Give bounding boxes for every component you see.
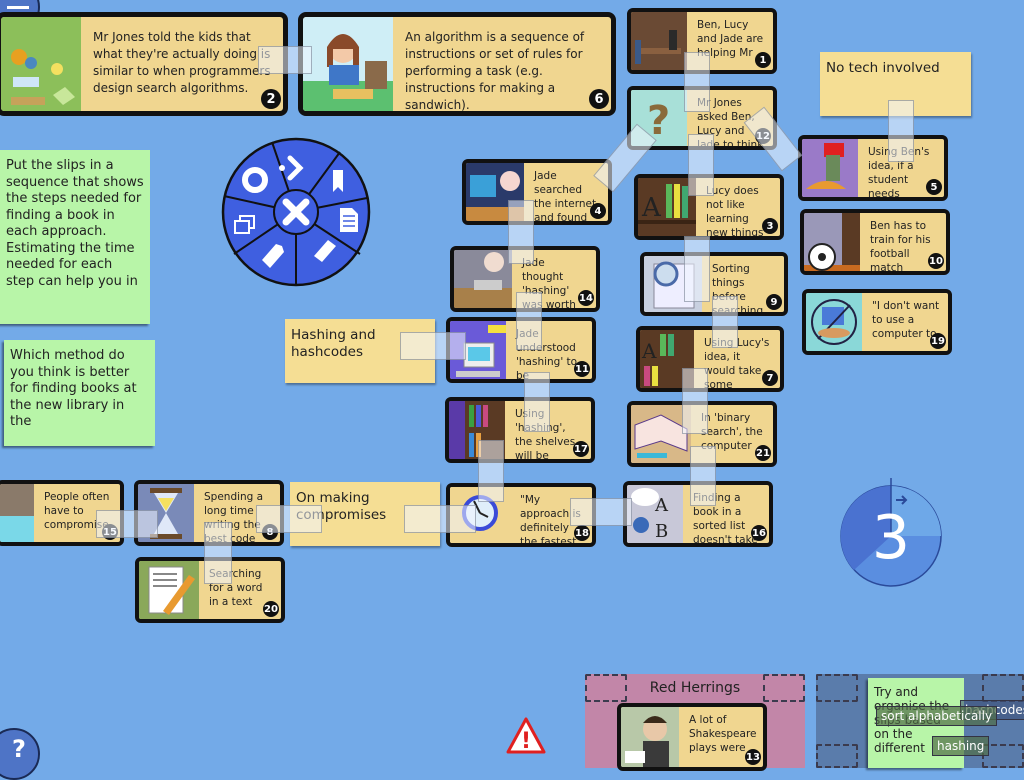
document-icon[interactable] <box>340 208 358 232</box>
slip-number: 10 <box>928 253 944 269</box>
slip-number: 1 <box>755 52 771 68</box>
tape-connector <box>256 505 322 533</box>
slip-image <box>454 250 512 308</box>
svg-text:B: B <box>655 521 668 542</box>
tape-connector <box>524 372 550 432</box>
slip-card-19[interactable]: "I don't want to use a computer to 19 <box>802 289 952 355</box>
slip-image <box>806 293 862 351</box>
note-which-method[interactable]: Which method do you think is better for … <box>4 340 155 446</box>
tape-connector <box>258 46 312 74</box>
tape-connector <box>682 368 708 434</box>
svg-text:A: A <box>654 495 669 516</box>
label-sort-alphabetically[interactable]: sort alphabetically <box>876 706 998 726</box>
slip-card-13[interactable]: A lot of Shakespeare plays were 13 <box>617 703 767 771</box>
note-sequence-instructions[interactable]: Put the slips in a sequence that shows t… <box>0 150 150 324</box>
slip-number: 2 <box>261 89 281 109</box>
slip-number: 16 <box>751 525 767 541</box>
slip-number: 21 <box>755 445 771 461</box>
tape-connector <box>570 498 632 526</box>
slip-number: 13 <box>745 749 761 765</box>
tape-connector <box>508 200 534 264</box>
red-herrings-title: Red Herrings <box>649 680 741 696</box>
tape-connector <box>516 292 542 350</box>
tape-connector <box>684 236 710 302</box>
slip-number: 11 <box>574 361 590 377</box>
slip-image: AB <box>627 485 683 543</box>
svg-text:!: ! <box>521 729 531 754</box>
slip-number: 17 <box>573 441 589 457</box>
label-hashing[interactable]: hashing <box>932 736 990 756</box>
help-button[interactable]: ? <box>0 728 40 780</box>
slip-card-10[interactable]: Ben has to train for his football match … <box>800 209 950 275</box>
slip-image <box>802 139 858 197</box>
slip-card-5[interactable]: Using Ben's idea, if a student needs 5 <box>798 135 948 201</box>
slip-text: An algorithm is a sequence of instructio… <box>405 30 585 112</box>
slip-number: 9 <box>766 294 782 310</box>
zone-corner <box>816 744 858 768</box>
tape-connector <box>690 446 716 506</box>
slip-image <box>804 213 860 271</box>
help-icon: ? <box>12 735 26 763</box>
slip-image <box>0 484 34 542</box>
slip-number: 6 <box>589 89 609 109</box>
slip-number: 14 <box>578 290 594 306</box>
tape-connector <box>684 52 710 112</box>
slip-card-2[interactable]: Mr Jones told the kids that what they're… <box>0 12 288 116</box>
countdown-timer: 3 <box>840 478 942 587</box>
slip-number: 3 <box>762 218 778 234</box>
slip-card-4[interactable]: Jade searched the internet and found out… <box>462 159 612 225</box>
zone-corner <box>816 674 858 702</box>
tape-connector <box>400 332 466 360</box>
tape-connector <box>204 522 232 584</box>
slip-number: 20 <box>263 601 279 617</box>
tape-connector <box>688 134 714 196</box>
slip-card-6[interactable]: An algorithm is a sequence of instructio… <box>298 12 616 116</box>
slip-image <box>139 561 199 619</box>
slip-number: 5 <box>926 179 942 195</box>
slip-number: 18 <box>574 525 590 541</box>
slip-text: Mr Jones told the kids that what they're… <box>93 30 271 95</box>
tape-connector <box>712 296 738 348</box>
zone-corner <box>982 674 1024 702</box>
svg-text:A: A <box>641 193 662 223</box>
tape-connector <box>478 440 504 502</box>
svg-text:A: A <box>641 339 657 363</box>
tape-connector <box>888 100 914 162</box>
slip-card-7[interactable]: A Using Lucy's idea, it would take some … <box>636 326 784 392</box>
slip-image <box>621 707 679 767</box>
tape-connector <box>96 510 158 538</box>
slip-image <box>303 17 393 111</box>
slip-image <box>1 17 81 111</box>
slip-number: 19 <box>930 333 946 349</box>
slip-card-17[interactable]: Using 'hashing', the shelves will be num… <box>445 397 595 463</box>
timer-value: 3 <box>872 503 910 573</box>
tape-connector <box>404 505 476 533</box>
warning-icon[interactable]: ! <box>506 716 546 756</box>
slip-number: 7 <box>762 370 778 386</box>
radial-menu[interactable] <box>220 136 372 288</box>
slip-image <box>631 12 687 70</box>
slip-number: 4 <box>590 203 606 219</box>
